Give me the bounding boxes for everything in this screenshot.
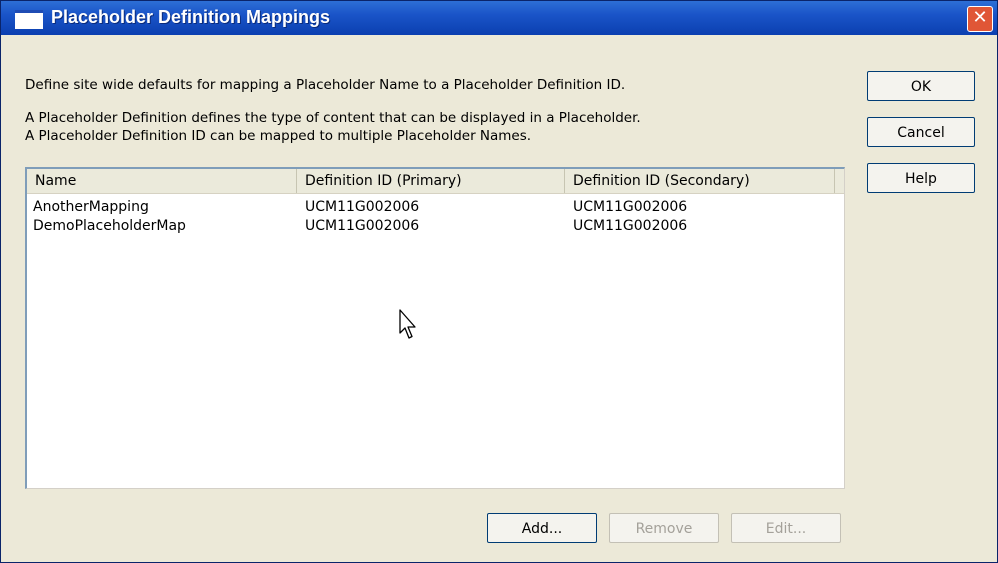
row-name: DemoPlaceholderMap xyxy=(33,218,186,234)
row-secondary-id: UCM11G002006 xyxy=(573,199,688,215)
window-title: Placeholder Definition Mappings xyxy=(51,7,331,27)
dialog-window: Placeholder Definition Mappings ✕ Define… xyxy=(0,0,998,563)
row-secondary-id: UCM11G002006 xyxy=(573,218,688,234)
dialog-client-area: Define site wide defaults for mapping a … xyxy=(1,35,997,562)
close-icon[interactable]: ✕ xyxy=(967,6,993,32)
list-header: Name Definition ID (Primary) Definition … xyxy=(27,169,844,194)
description-line-1: Define site wide defaults for mapping a … xyxy=(25,77,626,93)
table-row[interactable]: DemoPlaceholderMap UCM11G002006 UCM11G00… xyxy=(27,216,844,236)
add-button[interactable]: Add... xyxy=(487,513,597,543)
row-name: AnotherMapping xyxy=(33,199,149,215)
table-row[interactable]: AnotherMapping UCM11G002006 UCM11G002006 xyxy=(27,197,844,217)
window-icon xyxy=(15,10,43,29)
row-primary-id: UCM11G002006 xyxy=(305,199,420,215)
ok-button[interactable]: OK xyxy=(867,71,975,101)
edit-button[interactable]: Edit... xyxy=(731,513,841,543)
mouse-pointer-icon xyxy=(399,309,416,339)
cancel-button[interactable]: Cancel xyxy=(867,117,975,147)
description-line-2: A Placeholder Definition defines the typ… xyxy=(25,110,641,126)
row-primary-id: UCM11G002006 xyxy=(305,218,420,234)
column-header-primary[interactable]: Definition ID (Primary) xyxy=(297,169,565,193)
column-header-name[interactable]: Name xyxy=(27,169,297,193)
title-bar[interactable]: Placeholder Definition Mappings ✕ xyxy=(1,1,997,35)
column-header-secondary[interactable]: Definition ID (Secondary) xyxy=(565,169,835,193)
mappings-list[interactable]: Name Definition ID (Primary) Definition … xyxy=(25,167,845,489)
description-line-3: A Placeholder Definition ID can be mappe… xyxy=(25,128,532,144)
help-button[interactable]: Help xyxy=(867,163,975,193)
remove-button[interactable]: Remove xyxy=(609,513,719,543)
